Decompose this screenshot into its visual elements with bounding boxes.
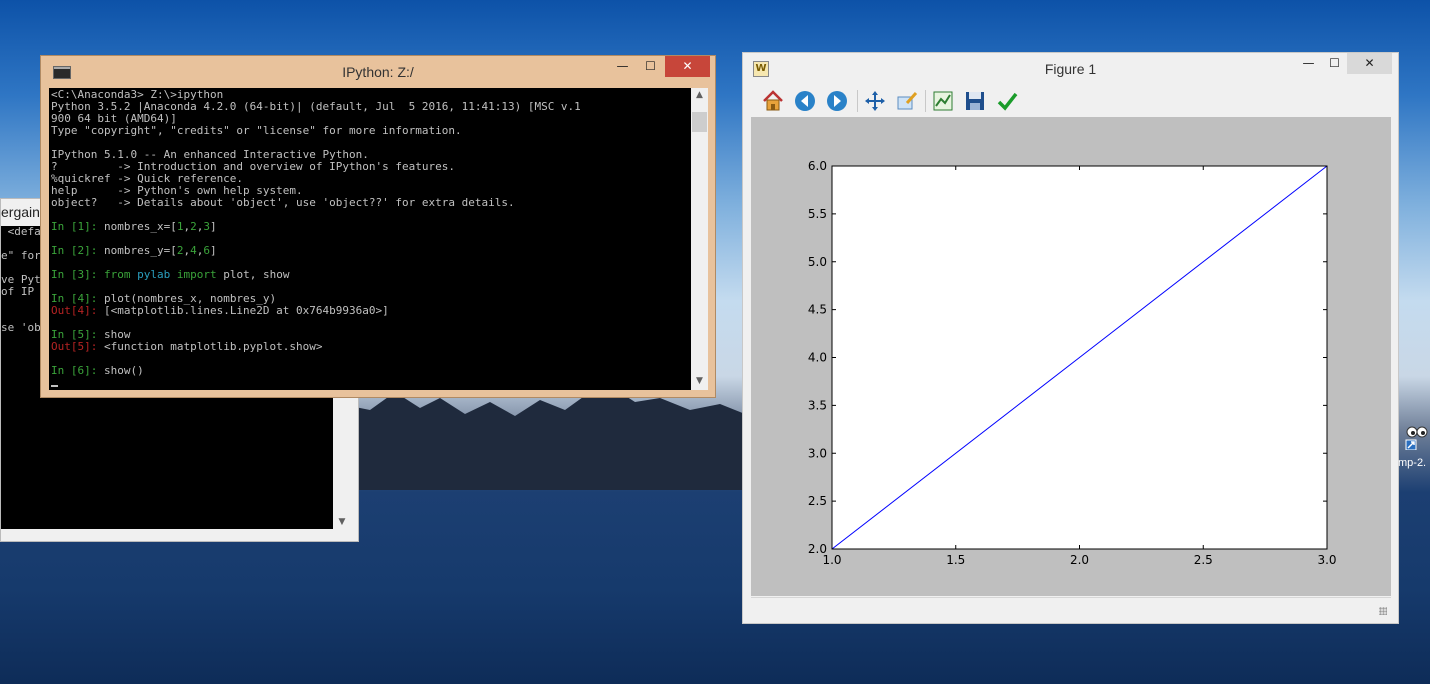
maximize-button[interactable]: ☐ xyxy=(637,56,664,77)
console-line: In [3]: from pylab import plot, show xyxy=(51,269,689,281)
desktop-shortcut-label: mp-2. xyxy=(1398,457,1427,469)
save-icon[interactable] xyxy=(961,87,989,115)
x-tick-label: 3.0 xyxy=(1317,553,1336,567)
console-text: from xyxy=(103,268,131,281)
y-tick-label: 6.0 xyxy=(808,159,827,173)
console-text: ] xyxy=(209,220,217,233)
gimp-shortcut-icon xyxy=(1402,422,1430,451)
console-line: Type "copyright", "credits" or "license"… xyxy=(51,125,689,137)
console-text: show() xyxy=(103,364,144,377)
x-tick-label: 1.5 xyxy=(946,553,965,567)
ipython-console-window[interactable]: IPython: Z:/ — ☐ ✕ <C:\Anaconda3> Z:\>ip… xyxy=(40,55,716,398)
console-text: object? -> Details about 'object', use '… xyxy=(51,196,515,209)
console-line: In [1]: nombres_x=[1,2,3] xyxy=(51,221,689,233)
console-line: Out[5]: <function matplotlib.pyplot.show… xyxy=(51,341,689,353)
console-text: Out[4]: xyxy=(51,304,104,317)
maximize-button[interactable]: ☐ xyxy=(1321,53,1348,74)
console-text: ] xyxy=(209,244,217,257)
console-text: Type "copyright", "credits" or "license"… xyxy=(51,124,462,137)
console-text: nombres_x=[ xyxy=(103,220,177,233)
window-title: ergain xyxy=(1,204,40,220)
y-tick-label: 2.0 xyxy=(808,542,827,556)
back-arrow-icon[interactable] xyxy=(791,87,819,115)
console-text: [<matplotlib.lines.Line2D at 0x764b9936a… xyxy=(103,304,389,317)
figure-window[interactable]: W Figure 1 — ☐ ✕ 1.0 1.5 2.0 2.5 3.0 2.0… xyxy=(742,52,1399,624)
console-text: import xyxy=(176,268,217,281)
resize-grip-icon[interactable] xyxy=(1379,607,1387,615)
figure-canvas[interactable]: 1.0 1.5 2.0 2.5 3.0 2.0 2.5 3.0 3.5 4.0 4.5 5.0 5.5 6… xyxy=(751,117,1391,596)
home-icon[interactable] xyxy=(759,87,787,115)
console-text: In [2]: xyxy=(51,244,104,257)
navigation-toolbar xyxy=(751,85,1391,118)
y-tick-label: 3.0 xyxy=(808,446,827,460)
scrollbar-thumb[interactable] xyxy=(692,112,707,132)
x-tick-label: 2.5 xyxy=(1194,553,1213,567)
console-text: pylab xyxy=(137,268,171,281)
x-tick-label: 2.0 xyxy=(1070,553,1089,567)
minimize-button[interactable]: — xyxy=(1295,53,1322,74)
zoom-icon[interactable] xyxy=(893,87,921,115)
console-text: 2 xyxy=(190,220,197,233)
scroll-down-icon[interactable]: ▼ xyxy=(691,376,708,386)
y-tick-label: 4.0 xyxy=(808,351,827,365)
toolbar-separator xyxy=(857,90,858,112)
edit-check-icon[interactable] xyxy=(993,87,1021,115)
status-bar xyxy=(751,597,1391,618)
scroll-down-icon[interactable]: ▼ xyxy=(334,517,350,527)
scroll-up-icon[interactable]: ▲ xyxy=(691,90,708,100)
y-tick-label: 3.5 xyxy=(808,398,827,412)
console-text: plot, show xyxy=(216,268,290,281)
console-text: 4 xyxy=(190,244,197,257)
console-text: nombres_y=[ xyxy=(103,244,177,257)
console-text: 3 xyxy=(203,220,210,233)
console-text: In [1]: xyxy=(51,220,104,233)
console-output[interactable]: <C:\Anaconda3> Z:\>ipython Python 3.5.2 |… xyxy=(49,88,691,390)
console-text: Out[5]: xyxy=(51,340,104,353)
y-tick-label: 5.0 xyxy=(808,255,827,269)
close-button[interactable]: ✕ xyxy=(665,56,710,77)
console-text: In [6]: xyxy=(51,364,104,377)
toolbar-separator xyxy=(925,90,926,112)
line-chart[interactable]: 1.0 1.5 2.0 2.5 3.02.02.53.03.54.04.55.05.56… xyxy=(751,117,1391,596)
text-cursor xyxy=(51,385,58,387)
forward-arrow-icon[interactable] xyxy=(823,87,851,115)
title-bar[interactable]: IPython: Z:/ — ☐ ✕ xyxy=(41,56,715,88)
console-line: Out[4]: [<matplotlib.lines.Line2D at 0x7… xyxy=(51,305,689,317)
y-tick-label: 5.5 xyxy=(808,207,827,221)
pan-icon[interactable] xyxy=(861,87,889,115)
console-line: object? -> Details about 'object', use '… xyxy=(51,197,689,209)
console-line: In [6]: show() xyxy=(51,365,689,377)
minimize-button[interactable]: — xyxy=(609,56,636,77)
console-text: 6 xyxy=(203,244,210,257)
console-text: <function matplotlib.pyplot.show> xyxy=(103,340,323,353)
y-tick-label: 2.5 xyxy=(808,494,827,508)
console-line: In [2]: nombres_y=[2,4,6] xyxy=(51,245,689,257)
y-tick-label: 4.5 xyxy=(808,303,827,317)
subplots-icon[interactable] xyxy=(929,87,957,115)
close-button[interactable]: ✕ xyxy=(1347,53,1392,74)
scrollbar[interactable]: ▲ ▼ xyxy=(691,88,708,390)
console-text: In [3]: xyxy=(51,268,104,281)
desktop-shortcut[interactable]: mp-2. xyxy=(1398,420,1430,475)
